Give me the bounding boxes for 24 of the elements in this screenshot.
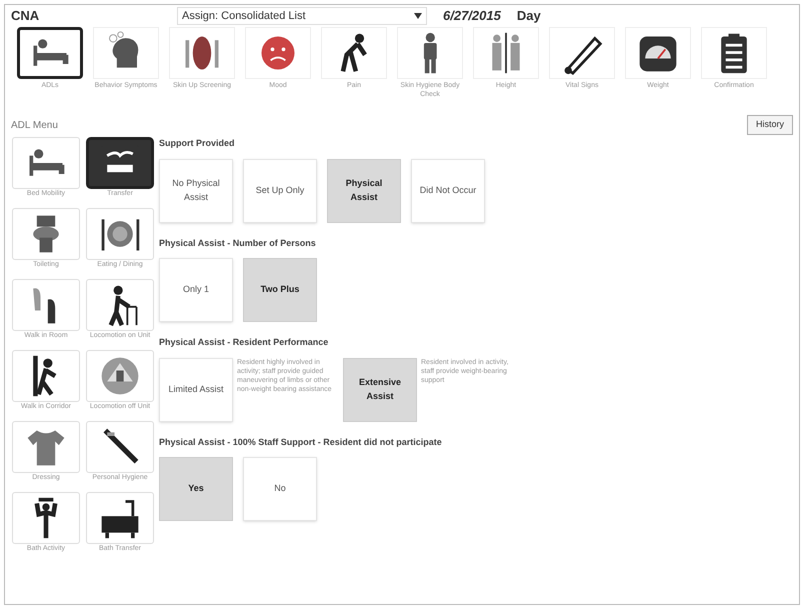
option-button[interactable]: Two Plus — [243, 258, 317, 322]
shift-text: Day — [516, 7, 541, 26]
section-heading: Support Provided — [159, 137, 236, 150]
option-button[interactable]: Yes — [159, 457, 233, 521]
app-title: CNA — [11, 7, 40, 26]
menu-heading: ADL Menu — [11, 118, 58, 132]
option-button[interactable]: Extensive Assist — [343, 358, 417, 422]
option-button[interactable]: Only 1 — [159, 258, 233, 322]
dropdown-caret-icon — [414, 13, 422, 19]
option-button[interactable]: Did Not Occur — [411, 158, 485, 222]
date-text: 6/27/2015 — [443, 7, 501, 26]
option-button[interactable]: Set Up Only — [243, 158, 317, 222]
section-heading: Physical Assist - 100% Staff Support - Resident did not participate — [159, 436, 443, 449]
option-button[interactable]: No Physical Assist — [159, 158, 233, 222]
adl-tile[interactable] — [86, 137, 154, 189]
option-button[interactable]: No — [243, 457, 317, 521]
option-button[interactable]: Physical Assist — [327, 158, 401, 222]
history-button[interactable]: History — [746, 115, 793, 135]
section-heading: Physical Assist - Number of Persons — [159, 236, 317, 250]
task-tile[interactable] — [17, 27, 83, 79]
assignment-dropdown[interactable]: Assign: Consolidated List — [177, 7, 427, 25]
section-heading: Physical Assist - Resident Performance — [159, 336, 330, 349]
option-button[interactable]: Limited Assist — [159, 358, 233, 422]
person-icon — [422, 32, 438, 74]
